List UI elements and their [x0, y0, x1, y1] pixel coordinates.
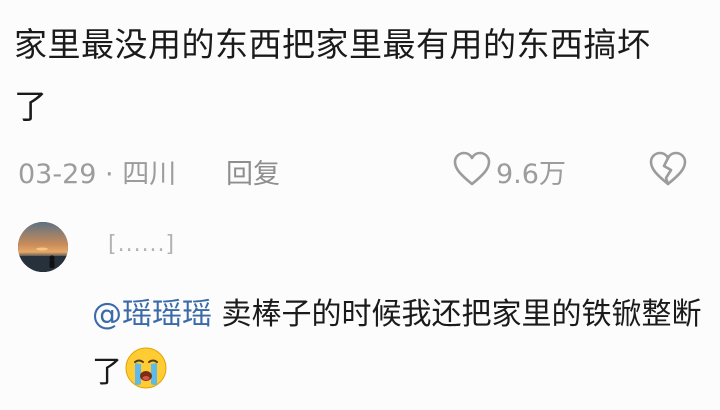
like-count: 9.6万: [496, 159, 566, 190]
comment-meta-row: 03-29 · 四川 回复 9.6万: [18, 146, 708, 192]
mention-link[interactable]: @瑶瑶瑶: [92, 297, 212, 332]
reply-text-block: @瑶瑶瑶 卖棒子的时候我还把家里的铁锨整断了: [92, 286, 702, 402]
avatar-image: [18, 222, 68, 272]
crying-face-emoji: [125, 347, 167, 389]
comment-thread: 家里最没用的东西把家里最有用的东西搞坏了 03-29 · 四川 回复 9.6万: [0, 0, 720, 410]
comment-text: 家里最没用的东西把家里最有用的东西搞坏了: [14, 25, 651, 126]
reply-button[interactable]: 回复: [226, 152, 280, 191]
avatar[interactable]: [18, 222, 68, 272]
comment-date-location: 03-29 · 四川: [18, 159, 177, 190]
heart-outline-icon[interactable]: [452, 150, 492, 188]
reply-author-name[interactable]: [......]: [108, 232, 175, 257]
broken-heart-icon[interactable]: [648, 150, 688, 188]
